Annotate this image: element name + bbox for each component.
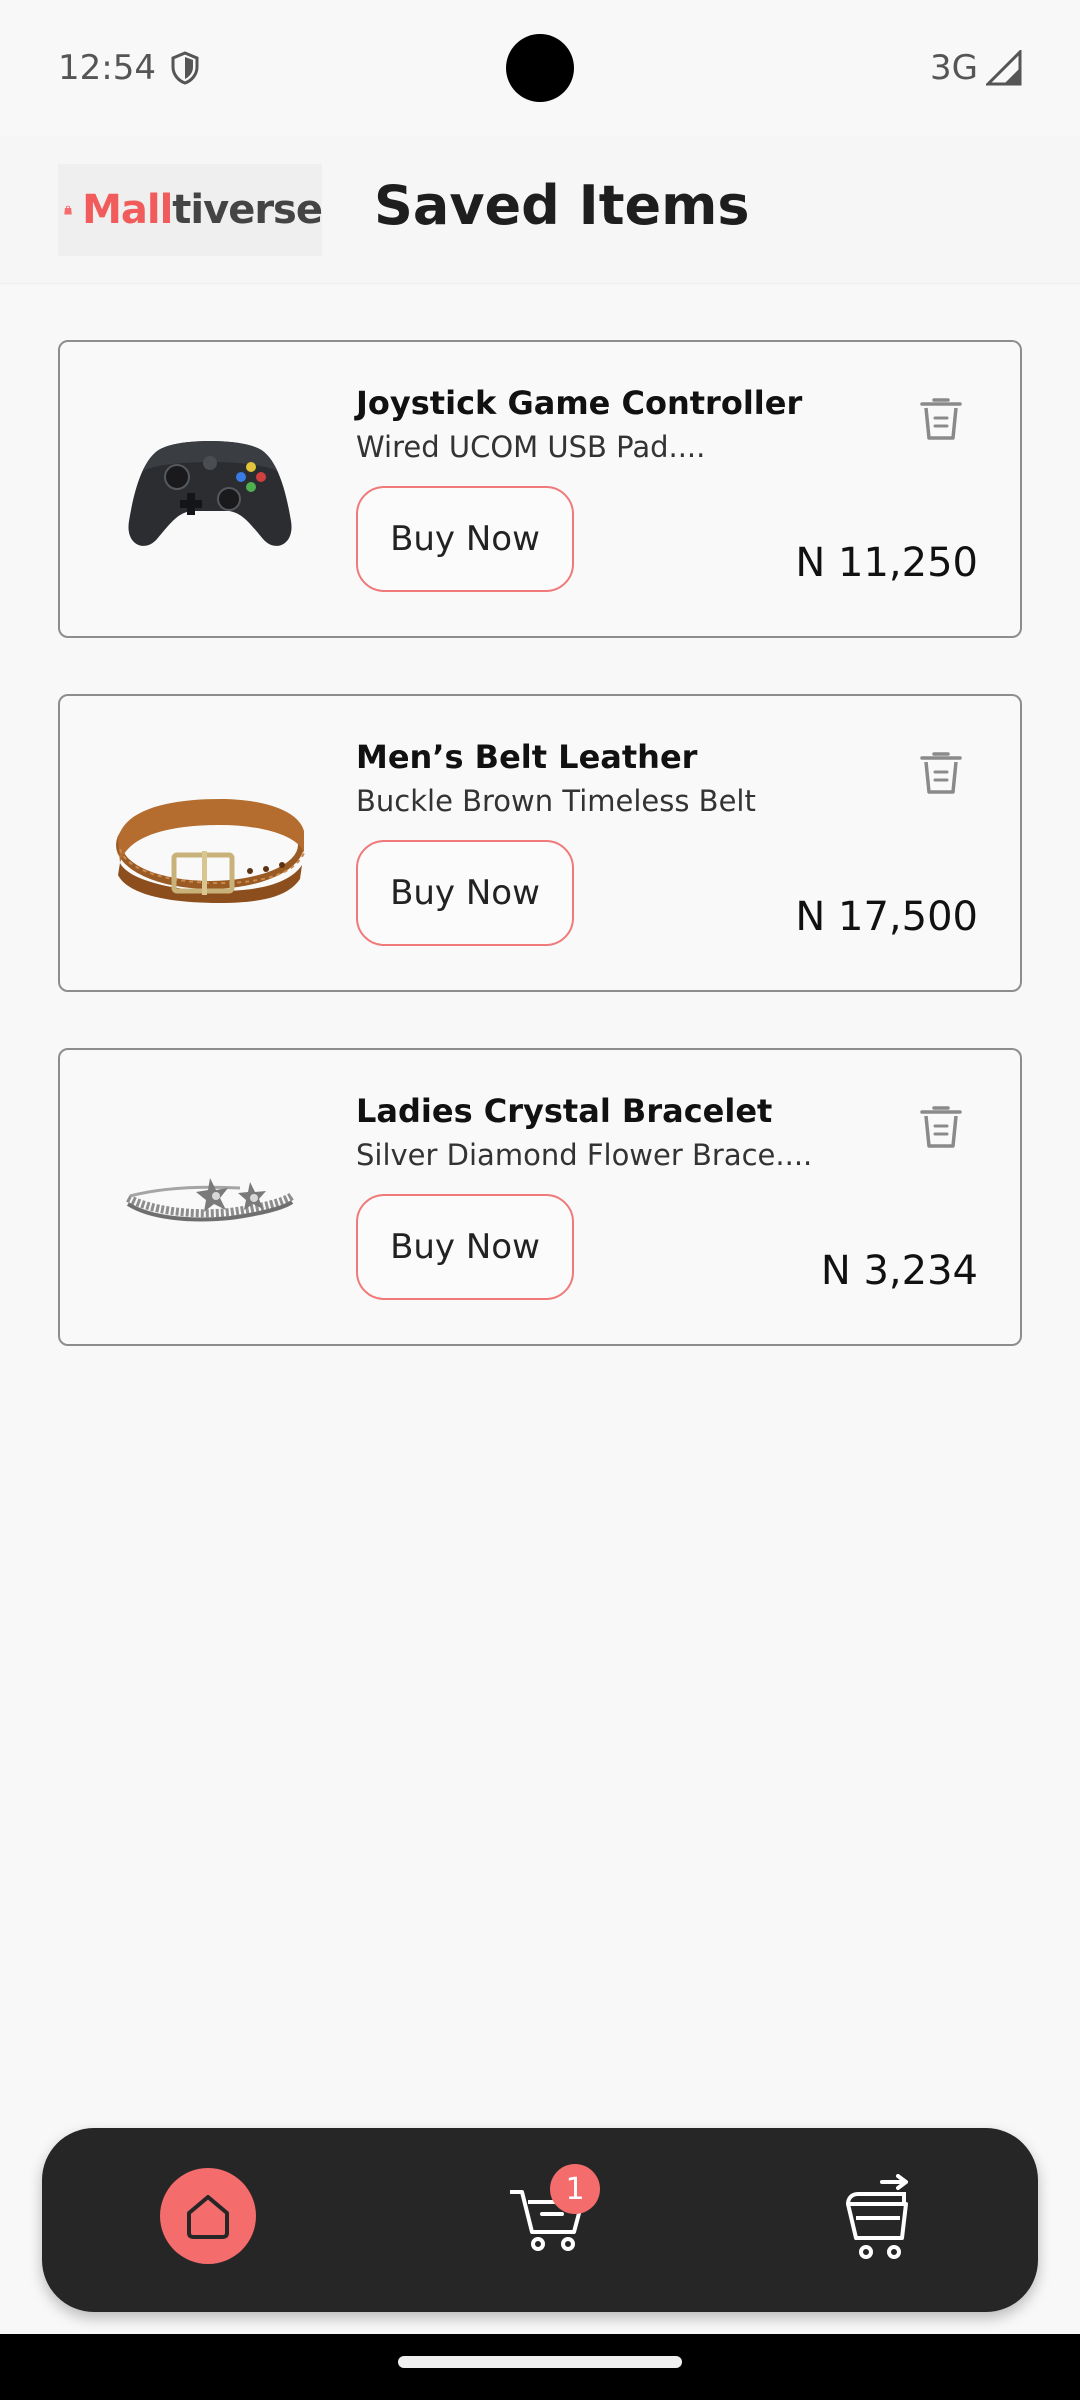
item-subtitle: Silver Diamond Flower Brace.... [356,1138,813,1172]
cart-count-badge: 1 [550,2164,600,2214]
saved-item-card[interactable]: Joystick Game Controller Wired UCOM USB … [58,340,1022,638]
status-time: 12:54 [58,48,156,88]
item-price: N 3,234 [820,1248,978,1294]
status-left: 12:54 [58,48,200,88]
saved-items-list: Joystick Game Controller Wired UCOM USB … [58,340,1022,1402]
logo[interactable]: Malltiverse [58,164,323,256]
product-image-belt[interactable] [100,736,320,952]
status-right: 3G [930,48,1022,88]
item-title: Men’s Belt Leather [356,738,698,776]
product-image-bracelet[interactable] [100,1090,320,1306]
signal-icon [986,50,1022,86]
bottom-navigation: 1 [42,2128,1038,2312]
shield-icon [171,51,199,85]
item-subtitle: Wired UCOM USB Pad.... [356,430,706,464]
product-image-controller[interactable] [100,382,320,598]
home-gesture-pill[interactable] [398,2356,682,2368]
app-header: Malltiverse Saved Items [0,136,1080,284]
logo-text-mall: Mall [82,187,173,233]
trash-icon[interactable] [918,1102,964,1150]
saved-item-card[interactable]: Ladies Crystal Bracelet Silver Diamond F… [58,1048,1022,1346]
item-price: N 17,500 [795,894,978,940]
page-title: Saved Items [374,174,750,237]
home-icon [187,2195,229,2239]
item-price: N 11,250 [795,540,978,586]
game-controller-icon [128,441,292,546]
crystal-bracelet-icon [126,1178,295,1222]
system-navigation-bar [0,2334,1080,2400]
network-type: 3G [930,48,978,88]
item-title: Joystick Game Controller [356,384,803,422]
nav-home-button[interactable] [160,2168,256,2264]
shopping-bag-icon [64,205,72,215]
logo-text: Malltiverse [82,187,323,233]
buy-now-button[interactable]: Buy Now [356,1194,574,1300]
item-title: Ladies Crystal Bracelet [356,1092,773,1130]
trash-icon[interactable] [918,748,964,796]
buy-now-button[interactable]: Buy Now [356,486,574,592]
trash-icon[interactable] [918,394,964,442]
item-subtitle: Buckle Brown Timeless Belt [356,784,756,818]
camera-cutout [506,34,574,102]
buy-now-button[interactable]: Buy Now [356,840,574,946]
leather-belt-icon [116,799,305,903]
cart-arrow-icon[interactable] [834,2174,924,2266]
saved-item-card[interactable]: Men’s Belt Leather Buckle Brown Timeless… [58,694,1022,992]
logo-text-rest: tiverse [172,187,323,233]
